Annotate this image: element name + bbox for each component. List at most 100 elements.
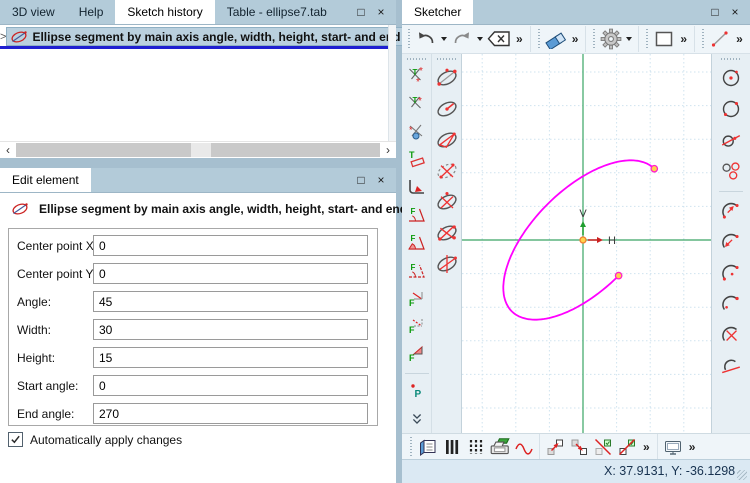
ellipse-points-icon [435, 66, 459, 90]
toolbar-grip [410, 437, 412, 457]
scrollbar-thumb[interactable] [191, 143, 211, 157]
toolbar-overflow-button[interactable]: » [689, 440, 696, 454]
history-item-selected[interactable]: Ellipse segment by main axis angle, widt… [6, 27, 436, 46]
circle-3pt-tool-button[interactable] [718, 156, 744, 186]
history-vertical-scrollbar[interactable] [388, 25, 396, 141]
tangent-line-tool-button[interactable]: T [404, 146, 430, 173]
edit-element-panel: Edit element □ × Ellipse segment by main… [0, 168, 396, 483]
tab-3d-view[interactable]: 3D view [0, 0, 67, 24]
bars-dashed-tool-button[interactable] [465, 435, 487, 459]
ellipse-segment-x-tool-button[interactable] [434, 249, 460, 279]
field-input-angle[interactable] [93, 291, 368, 312]
chevrons-down-icon [408, 410, 426, 428]
scroll-left-button[interactable]: ‹ [0, 142, 16, 158]
field-input-center-y[interactable] [93, 263, 368, 284]
arc-arrow-a-tool-button[interactable] [718, 196, 744, 226]
element-description: Ellipse segment by main axis angle, widt… [39, 202, 442, 216]
corner-f-c-tool-button[interactable]: F [404, 341, 430, 368]
tangent-erase-tool-button[interactable]: * [404, 118, 430, 145]
edit-close-button[interactable]: × [371, 168, 391, 192]
field-input-center-x[interactable] [93, 235, 368, 256]
angle-f-c-tool-button[interactable]: F [404, 257, 430, 284]
toolbar-overflow-button[interactable]: » [643, 440, 650, 454]
line-tool-tool-button[interactable] [709, 27, 731, 51]
toolbar-separator [530, 26, 531, 52]
point-p-tool-button[interactable]: P [404, 377, 430, 404]
history-maximize-button[interactable]: □ [351, 0, 371, 24]
snap-a-tool-button[interactable] [544, 435, 566, 459]
arc-tangent-tool-button[interactable] [718, 351, 744, 381]
sketcher-maximize-button[interactable]: □ [705, 0, 725, 24]
edit-maximize-button[interactable]: □ [351, 168, 371, 192]
circle-center-tool-button[interactable] [718, 63, 744, 93]
undo-tool-button[interactable] [415, 27, 437, 51]
arc-points-tool-button[interactable] [718, 258, 744, 288]
dropdown-caret-icon[interactable] [441, 37, 447, 41]
arc-cross-tool-button[interactable] [718, 320, 744, 350]
ellipse-segment-tool-button[interactable] [434, 125, 460, 155]
arc-start-point [651, 166, 657, 172]
toolbar-overflow-button[interactable]: » [736, 32, 743, 46]
toolbar-grip [437, 58, 457, 60]
history-item-row[interactable]: > Ellipse segment by main axis angle, wi… [0, 27, 388, 46]
chevrons-down-tool-button[interactable] [404, 405, 430, 432]
plotter-tool-button[interactable] [489, 435, 511, 459]
arc-arrow-b-tool-button[interactable] [718, 227, 744, 257]
scroll-right-button[interactable]: › [380, 142, 396, 158]
toolbar-overflow-button[interactable]: » [572, 32, 579, 46]
ellipse-x-points-tool-button[interactable] [434, 218, 460, 248]
ellipse-toolbar-column [432, 54, 462, 433]
backspace-tool-button[interactable] [487, 27, 511, 51]
angle-f-a-tool-button[interactable]: F [404, 202, 430, 229]
eraser-tool-button[interactable] [545, 27, 567, 51]
field-row-end-angle: End angle: [9, 402, 377, 430]
bars-solid-tool-button[interactable] [441, 435, 463, 459]
ellipse-dashed-cross-tool-button[interactable] [434, 156, 460, 186]
tab-help[interactable]: Help [67, 0, 116, 24]
ellipse-cross-tool-button[interactable] [434, 187, 460, 217]
redo-tool-button[interactable] [451, 27, 473, 51]
edit-element-tab[interactable]: Edit element [0, 168, 91, 192]
scrollbar-track[interactable] [16, 143, 380, 157]
tab-table-ellipse7-tab[interactable]: Table - ellipse7.tab [215, 0, 339, 24]
resize-grip-icon[interactable] [737, 470, 747, 480]
wave-tool-button[interactable] [513, 435, 535, 459]
corner-f-a-tool-button[interactable]: F [404, 285, 430, 312]
field-input-start-angle[interactable] [93, 375, 368, 396]
arc-end-tool-button[interactable] [718, 289, 744, 319]
snap-b-tool-button[interactable] [568, 435, 590, 459]
dropdown-caret-icon[interactable] [626, 37, 632, 41]
snap-d-tool-button[interactable] [616, 435, 638, 459]
bars-solid-icon [442, 437, 462, 457]
toolbar-overflow-button[interactable]: » [680, 32, 687, 46]
arc-points-icon [720, 262, 742, 284]
tangent-point-a-tool-button[interactable]: T** [404, 63, 430, 90]
circle-tangent-tool-button[interactable] [718, 125, 744, 155]
sketcher-tab[interactable]: Sketcher [402, 0, 473, 24]
snap-c-tool-button[interactable] [592, 435, 614, 459]
corner-arrow-tool-button[interactable] [404, 174, 430, 201]
field-input-end-angle[interactable] [93, 403, 368, 424]
sketcher-close-button[interactable]: × [725, 0, 745, 24]
section-book-tool-button[interactable] [417, 435, 439, 459]
monitor-tool-button[interactable] [662, 435, 684, 459]
auto-apply-checkbox[interactable] [8, 432, 23, 447]
history-close-button[interactable]: × [371, 0, 391, 24]
gear-tool-button[interactable] [600, 27, 622, 51]
toolbar-overflow-button[interactable]: » [516, 32, 523, 46]
circle-points-tool-button[interactable] [718, 94, 744, 124]
field-input-height[interactable] [93, 347, 368, 368]
toolbar-grip [593, 29, 595, 49]
ellipse-points-tool-button[interactable] [434, 63, 460, 93]
ellipse-axis-tool-button[interactable] [434, 94, 460, 124]
tab-sketch-history[interactable]: Sketch history [115, 0, 214, 24]
sketch-canvas[interactable]: VH [462, 54, 711, 433]
corner-f-b-tool-button[interactable]: F [404, 313, 430, 340]
field-input-width[interactable] [93, 319, 368, 340]
angle-f-b-tool-button[interactable]: F [404, 230, 430, 257]
dropdown-caret-icon[interactable] [477, 37, 483, 41]
svg-text:F: F [409, 353, 415, 363]
field-row-angle: Angle: [9, 290, 377, 318]
tangent-point-b-tool-button[interactable]: T* [404, 91, 430, 118]
rect-tool-tool-button[interactable] [653, 27, 675, 51]
